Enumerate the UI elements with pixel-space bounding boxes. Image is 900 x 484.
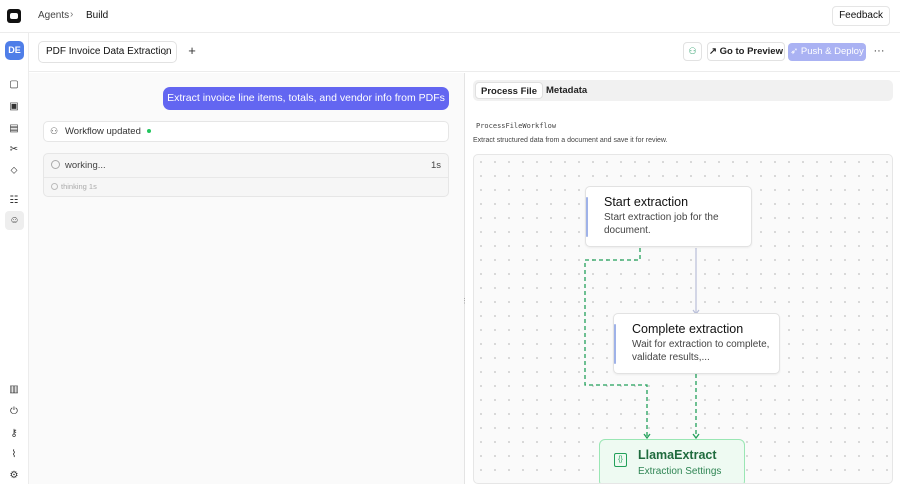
user-message: Extract invoice line items, totals, and … <box>163 87 449 110</box>
code-file-icon: {} <box>614 453 627 467</box>
status-dot <box>146 129 151 134</box>
agent-icon[interactable]: ☺ <box>5 211 24 230</box>
file-sync-icon[interactable]: ▣ <box>7 100 21 114</box>
working-card: working... 1s thinking 1s <box>43 153 449 197</box>
node-complete-extraction[interactable]: Complete extraction Wait for extraction … <box>613 313 780 374</box>
workflow-icon: ⚇ <box>50 126 59 136</box>
node-title: LlamaExtract <box>638 448 717 462</box>
tab-bar: Process File Metadata <box>473 80 893 101</box>
push-deploy-label: Push & Deploy <box>800 46 864 57</box>
divider <box>44 177 448 178</box>
book-icon[interactable]: ▥ <box>7 383 21 397</box>
go-to-preview-label: Go to Preview <box>719 46 783 57</box>
chevron-down-icon: ⌄ <box>161 47 169 57</box>
node-title: Start extraction <box>604 195 689 209</box>
thinking-icon <box>51 183 58 190</box>
breadcrumb-build: Build <box>86 10 109 21</box>
node-start-extraction[interactable]: Start extraction Start extraction job fo… <box>585 186 752 247</box>
scissors-icon[interactable]: ✂ <box>7 143 21 157</box>
node-accent-bar <box>614 324 616 364</box>
working-label: working... <box>65 160 106 171</box>
workflow-canvas[interactable]: Start extraction Start extraction job fo… <box>473 154 893 484</box>
workflow-updated-card[interactable]: ⚇ Workflow updated <box>43 121 449 142</box>
key-icon[interactable]: ⚷ <box>7 427 21 441</box>
workflow-description: Extract structured data from a document … <box>473 137 668 144</box>
avatar[interactable]: DE <box>5 41 24 60</box>
tab-process-file[interactable]: Process File <box>475 82 543 99</box>
workflow-class-name: ProcessFileWorkflow <box>476 122 557 130</box>
tag-icon[interactable]: ⬦ <box>7 164 21 178</box>
loading-spinner-icon <box>51 160 60 169</box>
feedback-button[interactable]: Feedback <box>832 6 890 26</box>
add-workflow-button[interactable]: + <box>185 42 199 60</box>
push-deploy-button[interactable]: ➶ Push & Deploy <box>788 43 866 61</box>
external-link-icon: ↗ <box>709 46 720 57</box>
node-description: Extraction Settings <box>638 466 722 477</box>
plug-icon[interactable]: ⏻ <box>7 405 21 419</box>
node-title: Complete extraction <box>632 322 744 336</box>
node-description: Start extraction job for the document. <box>604 212 719 236</box>
activity-icon[interactable]: ⌇ <box>7 448 21 462</box>
working-time: 1s <box>430 160 441 171</box>
node-description: Wait for extraction to complete, validat… <box>632 339 770 363</box>
node-accent-bar <box>586 197 588 237</box>
go-to-preview-button[interactable]: ↗ Go to Preview <box>707 42 785 61</box>
chevron-right-icon: › <box>70 9 74 20</box>
gear-icon[interactable]: ⚙ <box>7 469 21 483</box>
more-options-icon[interactable]: ··· <box>872 42 886 60</box>
sidebar-rail: DE ▢ ▣ ▤ ✂ ⬦ ☷ ☺ ▥ ⏻ ⚷ ⌇ ⚙ <box>0 33 29 484</box>
workflow-select-label: PDF Invoice Data Extraction <box>46 46 172 57</box>
workflow-status-text: Workflow updated <box>65 126 141 137</box>
workflow-graph-button[interactable]: ⚇ <box>683 42 702 61</box>
chat-panel: Extract invoice line items, totals, and … <box>29 73 464 484</box>
workflow-panel: Process File Metadata ProcessFileWorkflo… <box>465 73 900 484</box>
tab-metadata[interactable]: Metadata <box>541 82 592 99</box>
breadcrumb-agents[interactable]: Agents <box>38 10 69 21</box>
top-bar: Agents › Build Feedback <box>0 0 900 33</box>
file-icon[interactable]: ▢ <box>7 78 21 92</box>
workflow-toolbar: PDF Invoice Data Extraction ⌄ + ⚇ ↗ Go t… <box>29 33 900 72</box>
document-icon[interactable]: ▤ <box>7 122 21 136</box>
workflow-icon[interactable]: ☷ <box>7 194 21 208</box>
rocket-icon: ➶ <box>790 46 801 57</box>
workflow-select[interactable]: PDF Invoice Data Extraction ⌄ <box>38 41 177 63</box>
app-logo-icon[interactable] <box>7 9 21 23</box>
node-llamaextract[interactable]: {} LlamaExtract Extraction Settings <box>599 439 745 483</box>
edge-complete-to-llamaextract-arrow <box>692 433 700 440</box>
thinking-label: thinking 1s <box>61 182 97 191</box>
